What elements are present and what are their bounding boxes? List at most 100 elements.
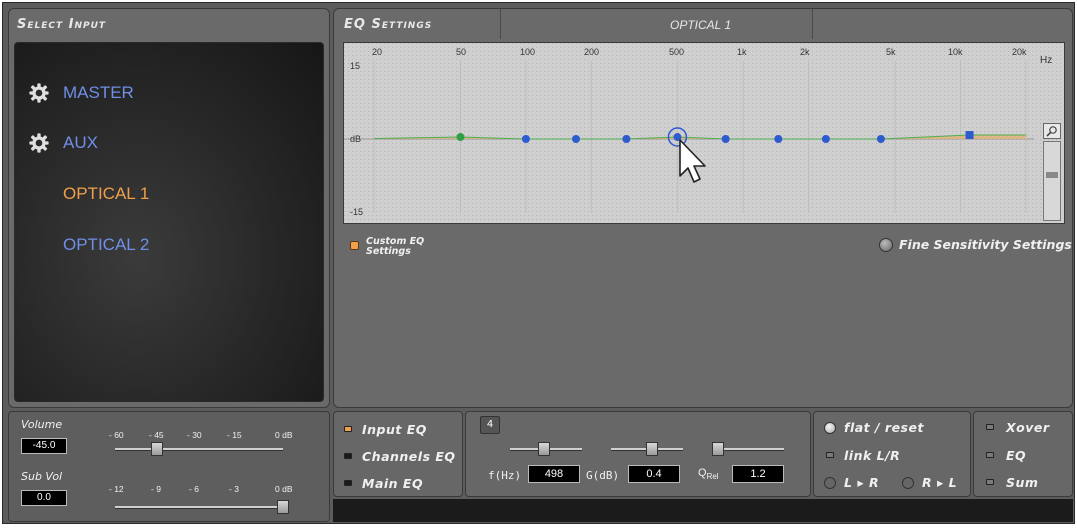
db-mid-label: dB xyxy=(350,134,362,144)
sub-vol-slider[interactable] xyxy=(115,506,283,509)
input-item-master[interactable]: MASTER xyxy=(15,79,315,107)
freq-tick: 20 xyxy=(372,47,383,57)
volume-scale-tick: 0 dB xyxy=(275,430,293,440)
bottom-controls: Volume -45.0 - 60 - 45 - 30 - 15 0 dB Su… xyxy=(8,411,1073,522)
input-label: OPTICAL 2 xyxy=(63,235,150,254)
mouse-cursor-icon xyxy=(679,139,706,183)
fine-sensitivity-radio[interactable] xyxy=(879,238,893,252)
volume-scale-tick: - 60 xyxy=(109,430,124,440)
volume-field[interactable]: -45.0 xyxy=(21,438,67,454)
freq-label: f(Hz) xyxy=(488,469,522,482)
select-input-panel: Select Input MASTER AUX OPTICAL 1 OPTICA… xyxy=(8,8,330,408)
zoom-button[interactable] xyxy=(1043,123,1061,139)
volume-slider[interactable] xyxy=(115,448,283,451)
eq-band-point[interactable] xyxy=(521,135,530,143)
custom-eq-label-2: Settings xyxy=(366,246,411,257)
volume-slider-thumb[interactable] xyxy=(151,442,163,456)
freq-slider-thumb[interactable] xyxy=(538,442,550,456)
input-list: MASTER AUX OPTICAL 1 OPTICAL 2 xyxy=(14,42,324,402)
input-label: OPTICAL 1 xyxy=(63,184,150,203)
input-label: MASTER xyxy=(63,83,134,102)
q-field[interactable]: 1.2 xyxy=(732,465,784,483)
freq-tick: 10k xyxy=(948,47,963,57)
eq-band-point[interactable] xyxy=(622,135,631,143)
eq-settings-title: EQ Settings xyxy=(344,17,433,32)
freq-field[interactable]: 498 xyxy=(528,465,580,483)
copy-l-to-r-radio[interactable] xyxy=(824,477,836,489)
freq-tick: 1k xyxy=(737,47,747,57)
sub-vol-slider-thumb[interactable] xyxy=(277,500,289,514)
sub-vol-label: Sub Vol xyxy=(21,470,63,483)
q-slider-thumb[interactable] xyxy=(712,442,724,456)
sub-vol-field[interactable]: 0.0 xyxy=(21,490,67,506)
eq-band-point[interactable] xyxy=(456,133,465,142)
freq-tick: 500 xyxy=(669,47,685,57)
eq-mode-box: Input EQ Channels EQ Main EQ xyxy=(333,411,463,497)
eq-band-point[interactable] xyxy=(821,135,830,143)
band-params-box: 4 f(Hz) 498 G(dB) 0.4 QRel 1.2 xyxy=(465,411,811,497)
gain-field[interactable]: 0.4 xyxy=(628,465,680,483)
eq-led xyxy=(986,452,994,458)
custom-eq-checkbox[interactable] xyxy=(350,241,359,250)
eq-settings-panel: EQ Settings OPTICAL 1 20 50 100 200 500 … xyxy=(333,8,1073,408)
q-label: QRel xyxy=(698,467,719,481)
copy-r-to-l-radio[interactable] xyxy=(902,477,914,489)
graph-scrollbar-thumb[interactable] xyxy=(1046,172,1058,178)
freq-tick: 200 xyxy=(584,47,600,57)
header-divider xyxy=(812,9,813,39)
eq-band-point[interactable] xyxy=(876,135,885,143)
flat-reset-radio[interactable] xyxy=(824,422,836,434)
input-item-optical-1[interactable]: OPTICAL 1 xyxy=(15,180,315,208)
status-strip xyxy=(333,499,1073,522)
freq-tick: 100 xyxy=(520,47,536,57)
volume-scale-tick: - 45 xyxy=(149,430,164,440)
eq-mode-label: Channels EQ xyxy=(362,449,456,464)
sub-vol-scale-tick: - 12 xyxy=(109,484,124,494)
link-lr-label: link L/R xyxy=(844,448,901,463)
eq-toggle-label: EQ xyxy=(1006,448,1027,463)
link-lr-led xyxy=(826,452,834,458)
q-label-sub: Rel xyxy=(706,472,719,482)
band-number: 4 xyxy=(480,416,500,434)
gear-icon[interactable] xyxy=(29,83,49,103)
copy-r-to-l-label: R ▸ L xyxy=(922,475,958,490)
db-top-label: 15 xyxy=(350,61,361,71)
input-item-aux[interactable]: AUX xyxy=(15,129,315,157)
eq-band-point[interactable] xyxy=(571,135,580,143)
actions-box: flat / reset link L/R L ▸ R R ▸ L xyxy=(813,411,971,497)
freq-tick: 5k xyxy=(886,47,896,57)
sub-vol-scale-tick: - 3 xyxy=(229,484,239,494)
db-bottom-label: -15 xyxy=(350,207,364,217)
eq-input-name: OPTICAL 1 xyxy=(670,18,732,32)
select-input-title: Select Input xyxy=(17,17,107,32)
graph-scrollbar[interactable] xyxy=(1043,141,1061,221)
eq-mode-label: Input EQ xyxy=(362,422,427,437)
input-item-optical-2[interactable]: OPTICAL 2 xyxy=(15,231,315,259)
copy-l-to-r-label: L ▸ R xyxy=(844,475,880,490)
gear-icon[interactable] xyxy=(29,133,49,153)
volume-box: Volume -45.0 - 60 - 45 - 30 - 15 0 dB Su… xyxy=(8,411,330,522)
app-window: Select Input MASTER AUX OPTICAL 1 OPTICA… xyxy=(2,2,1075,524)
eq-band-point[interactable] xyxy=(965,131,974,140)
eq-band-point[interactable] xyxy=(721,135,730,143)
freq-tick: 20k xyxy=(1012,47,1027,57)
sum-label: Sum xyxy=(1006,475,1039,490)
header-divider xyxy=(500,9,501,39)
sub-vol-scale-tick: 0 dB xyxy=(275,484,293,494)
eq-curve-svg[interactable] xyxy=(344,43,1064,223)
eq-mode-led xyxy=(344,426,352,432)
volume-scale-tick: - 15 xyxy=(227,430,242,440)
eq-graph[interactable]: 20 50 100 200 500 1k 2k 5k 10k 20k Hz 15… xyxy=(343,42,1065,224)
toggles-box: Xover EQ Sum xyxy=(973,411,1073,497)
volume-scale-tick: - 30 xyxy=(187,430,202,440)
eq-mode-led xyxy=(344,453,352,459)
freq-tick: 2k xyxy=(800,47,810,57)
freq-unit: Hz xyxy=(1040,55,1053,66)
fine-sensitivity-label: Fine Sensitivity Settings xyxy=(899,237,1072,252)
xover-label: Xover xyxy=(1006,420,1050,435)
graph-background xyxy=(344,43,1064,223)
volume-label: Volume xyxy=(21,418,63,431)
eq-band-point[interactable] xyxy=(774,135,783,143)
sum-led xyxy=(986,479,994,485)
gain-slider-thumb[interactable] xyxy=(646,442,658,456)
